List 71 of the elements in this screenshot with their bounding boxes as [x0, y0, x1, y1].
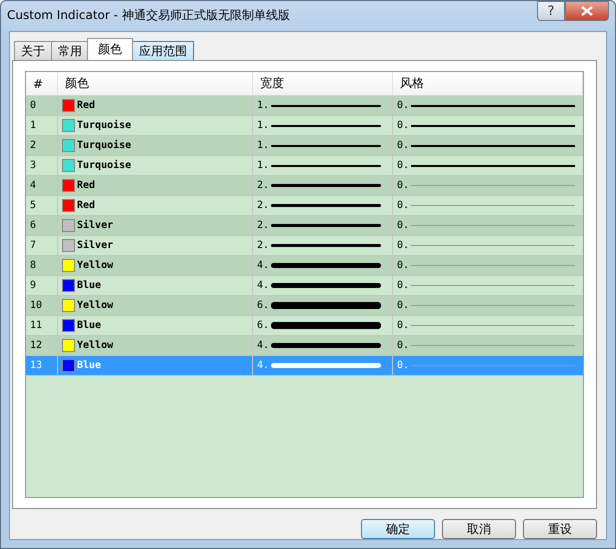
width-value: 2.: [257, 240, 270, 251]
color-name: Yellow: [77, 340, 114, 351]
tab[interactable]: 应用范围: [132, 41, 194, 60]
style-value: 0.: [397, 300, 410, 311]
window-title: Custom Indicator - 神通交易师正式版无限制单线版: [7, 6, 290, 24]
table-row[interactable]: 0 Red 1. 0.: [26, 96, 583, 116]
style-value: 0.: [397, 200, 410, 211]
width-value: 2.: [257, 220, 270, 231]
style-value: 0.: [397, 140, 410, 151]
table-row[interactable]: 1 Turquoise 1. 0.: [26, 116, 583, 136]
color-name: Yellow: [77, 300, 114, 311]
column-header[interactable]: 风格: [393, 72, 583, 95]
help-button[interactable]: ?: [537, 1, 565, 21]
width-value: 2.: [257, 200, 270, 211]
color-name: Silver: [77, 240, 114, 251]
color-name: Red: [77, 100, 96, 111]
color-name: Blue: [77, 320, 102, 331]
color-name: Turquoise: [77, 140, 132, 151]
close-icon: [581, 6, 593, 16]
color-name: Turquoise: [77, 120, 132, 131]
table-row[interactable]: 2 Turquoise 1. 0.: [26, 136, 583, 156]
column-header[interactable]: 宽度: [253, 72, 393, 95]
column-header[interactable]: #: [26, 72, 58, 95]
style-value: 0.: [397, 360, 410, 371]
style-value: 0.: [397, 260, 410, 271]
width-value: 2.: [257, 180, 270, 191]
color-name: Blue: [77, 280, 102, 291]
width-value: 4.: [257, 260, 270, 271]
color-name: Turquoise: [77, 160, 132, 171]
width-value: 4.: [257, 360, 270, 371]
table-row[interactable]: 11 Blue 6. 0.: [26, 316, 583, 336]
style-value: 0.: [397, 340, 410, 351]
style-value: 0.: [397, 220, 410, 231]
style-value: 0.: [397, 180, 410, 191]
width-value: 1.: [257, 100, 270, 111]
tab[interactable]: 常用: [51, 41, 89, 60]
width-value: 1.: [257, 120, 270, 131]
table-row[interactable]: 5 Red 2. 0.: [26, 196, 583, 216]
width-value: 1.: [257, 140, 270, 151]
style-value: 0.: [397, 320, 410, 331]
table-row[interactable]: 3 Turquoise 1. 0.: [26, 156, 583, 176]
table-row[interactable]: 6 Silver 2. 0.: [26, 216, 583, 236]
style-value: 0.: [397, 120, 410, 131]
table-row[interactable]: 12 Yellow 4. 0.: [26, 336, 583, 356]
close-button[interactable]: [565, 1, 609, 21]
width-value: 4.: [257, 340, 270, 351]
style-value: 0.: [397, 160, 410, 171]
color-name: Silver: [77, 220, 114, 231]
width-value: 1.: [257, 160, 270, 171]
color-name: Yellow: [77, 260, 114, 271]
table-row[interactable]: 4 Red 2. 0.: [26, 176, 583, 196]
table-row[interactable]: 7 Silver 2. 0.: [26, 236, 583, 256]
table-row[interactable]: 9 Blue 4. 0.: [26, 276, 583, 296]
dialog-button[interactable]: 取消: [442, 519, 516, 539]
color-name: Blue: [77, 360, 102, 371]
tab[interactable]: 关于: [14, 41, 52, 60]
dialog-button[interactable]: 重设: [523, 519, 597, 539]
style-value: 0.: [397, 100, 410, 111]
style-value: 0.: [397, 240, 410, 251]
dialog-button[interactable]: 确定: [361, 519, 435, 539]
table-cell: 13: [26, 356, 58, 376]
column-header[interactable]: 颜色: [58, 72, 253, 95]
width-value: 6.: [257, 320, 270, 331]
width-value: 6.: [257, 300, 270, 311]
table-row[interactable]: 8 Yellow 4. 0.: [26, 256, 583, 276]
table-row[interactable]: 10 Yellow 6. 0.: [26, 296, 583, 316]
color-name: Red: [77, 200, 96, 211]
style-value: 0.: [397, 280, 410, 291]
color-name: Red: [77, 180, 96, 191]
tab[interactable]: 颜色: [87, 38, 133, 60]
width-value: 4.: [257, 280, 270, 291]
